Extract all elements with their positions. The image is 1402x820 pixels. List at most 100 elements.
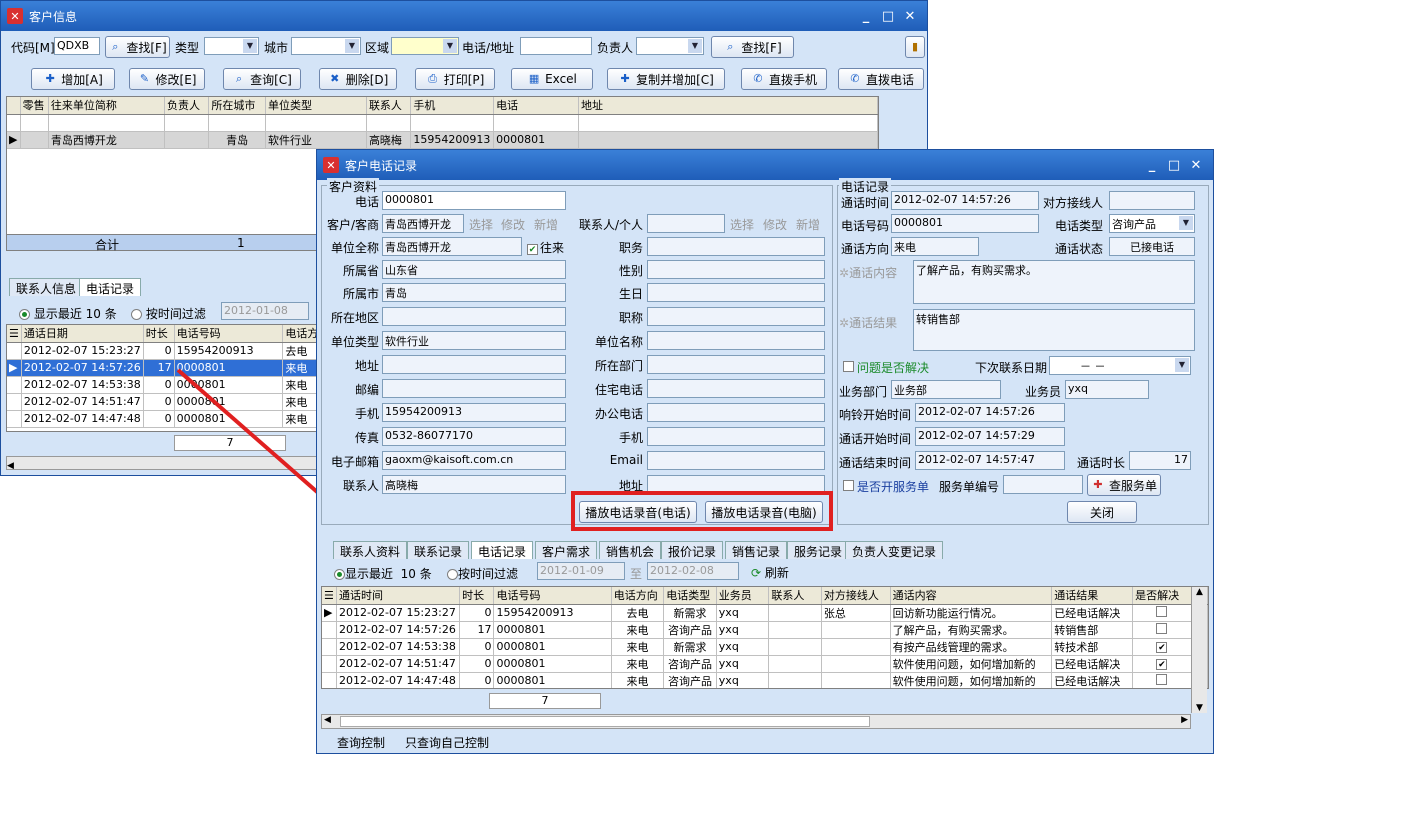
refresh-button[interactable]: ⟳ 刷新 [751, 564, 789, 581]
modify-contact-link[interactable]: 修改 [763, 216, 787, 233]
column-header[interactable]: 通话时间 [336, 587, 461, 605]
scroll-up-icon[interactable]: ▲ [1192, 587, 1207, 597]
mobile-field[interactable]: 15954200913 [382, 403, 566, 422]
area-field[interactable] [382, 307, 566, 326]
tab-contact-profile[interactable]: 联系人资料 [333, 541, 408, 559]
number-field[interactable]: 0000801 [891, 214, 1039, 233]
call-type-select[interactable]: 咨询产品 [1109, 214, 1195, 233]
add-contact-link[interactable]: 新增 [796, 216, 820, 233]
close-icon[interactable]: ✕ [1185, 158, 1207, 173]
birthday-field[interactable] [647, 283, 825, 302]
unit_type-field[interactable]: 软件行业 [382, 331, 566, 350]
province-field[interactable]: 山东省 [382, 260, 566, 279]
direction-field[interactable]: 来电 [891, 237, 979, 256]
checkbox-icon[interactable]: ✔ [1156, 659, 1168, 670]
service-checkbox[interactable]: 是否开服务单 [843, 478, 929, 495]
title-field[interactable] [647, 307, 825, 326]
table-row[interactable]: 2012-02-07 14:57:26 17 0000801 来电 咨询产品 yxq 了解产… [322, 621, 1208, 639]
query-service-button[interactable]: ✚ 查服务单 [1087, 474, 1161, 496]
checkbox-icon[interactable] [1156, 622, 1168, 634]
table-row[interactable]: ▶ 2012-02-07 15:23:27 0 15954200913 去电 新需求 yxq… [322, 604, 1208, 622]
fullname-field[interactable]: 青岛西博开龙 [382, 237, 522, 256]
column-header[interactable]: 对方接线人 [821, 587, 891, 605]
tab-sales-record[interactable]: 销售记录 [725, 541, 788, 559]
close-button[interactable]: 关闭 [1067, 501, 1137, 523]
maximize-icon[interactable]: □ [1163, 158, 1185, 173]
grid-hscrollbar[interactable]: ◀ ▶ [321, 714, 1191, 729]
column-header[interactable]: 业务员 [716, 587, 770, 605]
time-radio[interactable] [447, 569, 458, 580]
solved-cell[interactable]: ✔ [1132, 655, 1192, 673]
tab-service-record[interactable]: 服务记录 [787, 541, 850, 559]
staff-field[interactable]: yxq [1065, 380, 1149, 399]
next-date-picker[interactable]: － － [1049, 356, 1191, 375]
scroll-thumb[interactable] [340, 716, 870, 727]
solved-checkbox[interactable]: 问题是否解决 [843, 359, 929, 376]
tab-contact-record[interactable]: 联系记录 [407, 541, 470, 559]
recent-filter[interactable]: 显示最近 10 条 [334, 565, 432, 582]
wanglai-checkbox[interactable]: ✔ 往来 [527, 239, 564, 256]
table-row[interactable]: 2012-02-07 14:47:48 0 0000801 来电 咨询产品 yxq 软件使用… [322, 672, 1208, 688]
dept-field[interactable]: 业务部 [891, 380, 1001, 399]
scroll-left-icon[interactable]: ◀ [324, 715, 331, 725]
column-header[interactable]: 联系人 [768, 587, 822, 605]
contact_person-field[interactable] [647, 214, 725, 233]
grid-vscrollbar[interactable]: ▲ ▼ [1191, 587, 1207, 713]
mobile2-field[interactable] [647, 427, 825, 446]
solved-cell[interactable] [1132, 672, 1192, 688]
recent-radio[interactable] [334, 569, 345, 580]
result-field[interactable]: 转销售部 [913, 309, 1195, 351]
home_phone-field[interactable] [647, 379, 825, 398]
call_end-field[interactable]: 2012-02-07 14:57:47 [915, 451, 1065, 470]
call_start-field[interactable]: 2012-02-07 14:57:29 [915, 427, 1065, 446]
checkbox-icon[interactable] [1156, 605, 1168, 617]
dept-field[interactable] [647, 355, 825, 374]
filter-from-date[interactable]: 2012-01-09 [537, 562, 625, 580]
select-contact-link[interactable]: 选择 [730, 216, 754, 233]
tab-call-record[interactable]: 电话记录 [471, 541, 534, 559]
postcode-field[interactable] [382, 379, 566, 398]
column-header[interactable]: 通话结果 [1051, 587, 1134, 605]
city-field[interactable]: 青岛 [382, 283, 566, 302]
fax-field[interactable]: 0532-86077170 [382, 427, 566, 446]
solved-cell[interactable] [1132, 604, 1192, 622]
email-field[interactable]: gaoxm@kaisoft.com.cn [382, 451, 566, 470]
tab-owner-change-record[interactable]: 负责人变更记录 [845, 541, 944, 559]
address-field[interactable] [382, 355, 566, 374]
email2-field[interactable] [647, 451, 825, 470]
add-customer-link[interactable]: 新增 [534, 216, 558, 233]
solved-cell[interactable]: ✔ [1132, 638, 1192, 656]
select-customer-link[interactable]: 选择 [469, 216, 493, 233]
column-header[interactable]: 电话类型 [663, 587, 717, 605]
tab-sales-opportunity[interactable]: 销售机会 [599, 541, 662, 559]
contact-field[interactable]: 高晓梅 [382, 475, 566, 494]
play-pc-recording-button[interactable]: 播放电话录音(电脑) [705, 501, 823, 523]
scroll-down-icon[interactable]: ▼ [1192, 703, 1207, 713]
tab-quote-record[interactable]: 报价记录 [661, 541, 724, 559]
play-phone-recording-button[interactable]: 播放电话录音(电话) [579, 501, 697, 523]
minimize-icon[interactable]: _ [1141, 158, 1163, 173]
scroll-right-icon[interactable]: ▶ [1181, 715, 1188, 725]
column-header[interactable]: 通话内容 [890, 587, 1053, 605]
duty-field[interactable] [647, 237, 825, 256]
filter-to-date[interactable]: 2012-02-08 [647, 562, 739, 580]
unit_name-field[interactable] [647, 331, 825, 350]
gender-field[interactable] [647, 260, 825, 279]
customer-field[interactable]: 青岛西博开龙 [382, 214, 464, 233]
solved-cell[interactable] [1132, 621, 1192, 639]
ring_start-field[interactable]: 2012-02-07 14:57:26 [915, 403, 1065, 422]
tab-customer-needs[interactable]: 客户需求 [535, 541, 598, 559]
table-row[interactable]: 2012-02-07 14:53:38 0 0000801 来电 新需求 yxq 有按产品线… [322, 638, 1208, 656]
office_phone-field[interactable] [647, 403, 825, 422]
column-header[interactable]: 电话方向 [611, 587, 665, 605]
duration-field[interactable]: 17 [1129, 451, 1191, 470]
table-row[interactable]: 2012-02-07 14:51:47 0 0000801 来电 咨询产品 yxq 软件使用… [322, 655, 1208, 673]
empty-field[interactable] [1109, 191, 1195, 210]
phone-field[interactable]: 0000801 [382, 191, 566, 210]
time-filter[interactable]: 按时间过滤 [447, 565, 518, 582]
column-header[interactable]: 电话号码 [493, 587, 612, 605]
empty-field[interactable] [1003, 475, 1083, 494]
call_time-field[interactable]: 2012-02-07 14:57:26 [891, 191, 1039, 210]
modify-customer-link[interactable]: 修改 [501, 216, 525, 233]
checkbox-icon[interactable] [1156, 673, 1168, 685]
